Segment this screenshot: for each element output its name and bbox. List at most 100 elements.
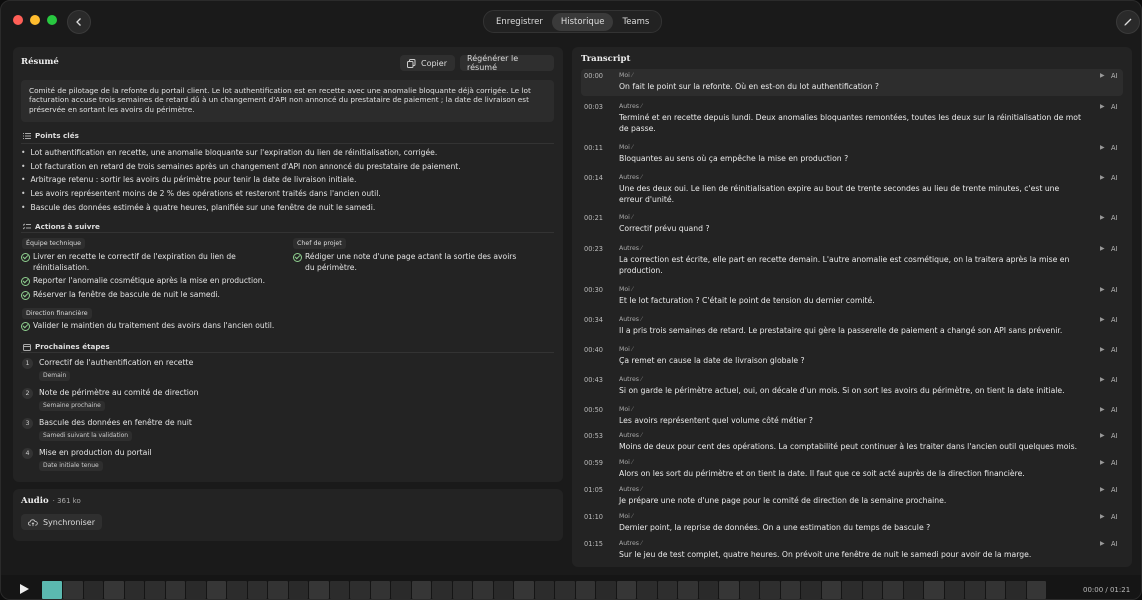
ai-button[interactable]: AI bbox=[1111, 174, 1117, 182]
close-window-button[interactable] bbox=[13, 15, 23, 25]
play-icon[interactable]: ▶ bbox=[1100, 486, 1105, 493]
transcript-row[interactable]: 00:43 Autres ⁄ Si on garde le périmètre ac… bbox=[581, 373, 1123, 400]
play-icon[interactable]: ▶ bbox=[1100, 346, 1105, 353]
waveform-segment[interactable] bbox=[371, 581, 390, 599]
play-icon[interactable]: ▶ bbox=[1100, 513, 1105, 520]
waveform-segment[interactable] bbox=[227, 581, 247, 599]
edit-button[interactable] bbox=[1116, 10, 1140, 34]
ai-button[interactable]: AI bbox=[1111, 513, 1117, 521]
pencil-icon[interactable]: ⁄ bbox=[632, 214, 633, 221]
transcript-row[interactable]: 00:53 Autres ⁄ Moins de deux pour cent des… bbox=[581, 429, 1123, 453]
transcript-row[interactable]: 00:11 Moi ⁄ Bloquantes au sens où ça empêc… bbox=[581, 141, 1123, 168]
pencil-icon[interactable]: ⁄ bbox=[641, 103, 642, 110]
waveform-segment[interactable] bbox=[1006, 581, 1026, 599]
transcript-row[interactable]: 00:59 Moi ⁄ Alors on les sort du périmètre… bbox=[581, 456, 1123, 480]
transcript-row[interactable]: 00:00 Moi ⁄ On fait le point sur la refont… bbox=[581, 69, 1123, 96]
maximize-window-button[interactable] bbox=[47, 15, 57, 25]
pencil-icon[interactable]: ⁄ bbox=[632, 513, 633, 520]
waveform-segment[interactable] bbox=[494, 581, 513, 599]
play-icon[interactable]: ▶ bbox=[1100, 286, 1105, 293]
pencil-icon[interactable]: ⁄ bbox=[641, 540, 642, 547]
play-icon[interactable]: ▶ bbox=[1100, 406, 1105, 413]
transcript-row[interactable]: 01:10 Moi ⁄ Dernier point, la reprise de d… bbox=[581, 510, 1123, 534]
pencil-icon[interactable]: ⁄ bbox=[641, 245, 642, 252]
play-icon[interactable]: ▶ bbox=[1100, 540, 1105, 547]
transcript-row[interactable]: 00:14 Autres ⁄ Une des deux oui. Le lien d… bbox=[581, 171, 1123, 208]
waveform-segment[interactable] bbox=[781, 581, 800, 599]
waveform-segment[interactable] bbox=[678, 581, 698, 599]
ai-button[interactable]: AI bbox=[1111, 406, 1117, 414]
waveform-segment[interactable] bbox=[965, 581, 985, 599]
waveform-segment[interactable] bbox=[514, 581, 534, 599]
ai-button[interactable]: AI bbox=[1111, 144, 1117, 152]
waveform-segment[interactable] bbox=[842, 581, 862, 599]
play-icon[interactable]: ▶ bbox=[1100, 144, 1105, 151]
playhead-segment[interactable] bbox=[42, 581, 62, 599]
pencil-icon[interactable]: ⁄ bbox=[632, 346, 633, 353]
tab-historique[interactable]: Historique bbox=[551, 12, 614, 31]
waveform-segment[interactable] bbox=[63, 581, 83, 599]
transcript-row[interactable]: 00:03 Autres ⁄ Terminé et en recette depui… bbox=[581, 100, 1123, 137]
pencil-icon[interactable]: ⁄ bbox=[641, 486, 642, 493]
waveform-segment[interactable] bbox=[863, 581, 882, 599]
ai-button[interactable]: AI bbox=[1111, 72, 1117, 80]
ai-button[interactable]: AI bbox=[1111, 459, 1117, 467]
pencil-icon[interactable]: ⁄ bbox=[632, 286, 633, 293]
pencil-icon[interactable]: ⁄ bbox=[632, 72, 633, 79]
ai-button[interactable]: AI bbox=[1111, 540, 1117, 548]
waveform-segment[interactable] bbox=[555, 581, 575, 599]
waveform-segment[interactable] bbox=[186, 581, 206, 599]
waveform-segment[interactable] bbox=[699, 581, 718, 599]
ai-button[interactable]: AI bbox=[1111, 376, 1117, 384]
waveform-segment[interactable] bbox=[986, 581, 1005, 599]
ai-button[interactable]: AI bbox=[1111, 346, 1117, 354]
waveform-segment[interactable] bbox=[945, 581, 964, 599]
waveform-segment[interactable] bbox=[453, 581, 472, 599]
waveform-segment[interactable] bbox=[801, 581, 821, 599]
sync-button[interactable]: Synchroniser bbox=[21, 514, 102, 530]
waveform-segment[interactable] bbox=[740, 581, 759, 599]
waveform-segment[interactable] bbox=[658, 581, 677, 599]
waveform-segment[interactable] bbox=[84, 581, 103, 599]
tab-enregistrer[interactable]: Enregistrer bbox=[487, 13, 552, 31]
ai-button[interactable]: AI bbox=[1111, 316, 1117, 324]
ai-button[interactable]: AI bbox=[1111, 214, 1117, 222]
waveform-segment[interactable] bbox=[289, 581, 308, 599]
waveform-segment[interactable] bbox=[535, 581, 554, 599]
ai-button[interactable]: AI bbox=[1111, 245, 1117, 253]
waveform-segment[interactable] bbox=[576, 581, 595, 599]
waveform-segment[interactable] bbox=[391, 581, 411, 599]
play-icon[interactable]: ▶ bbox=[1100, 459, 1105, 466]
regenerate-summary-button[interactable]: Régénérer le résumé bbox=[460, 54, 554, 72]
transcript-row[interactable]: 00:21 Moi ⁄ Correctif prévu quand ? ▶ AI bbox=[581, 211, 1123, 238]
transcript-row[interactable]: 01:05 Autres ⁄ Je prépare une note d'une p… bbox=[581, 483, 1123, 507]
ai-button[interactable]: AI bbox=[1111, 103, 1117, 111]
ai-button[interactable]: AI bbox=[1111, 486, 1117, 494]
play-icon[interactable]: ▶ bbox=[1100, 432, 1105, 439]
waveform-segment[interactable] bbox=[104, 581, 124, 599]
play-icon[interactable]: ▶ bbox=[1100, 103, 1105, 110]
transcript-row[interactable]: 00:50 Moi ⁄ Les avoirs représentent quel v… bbox=[581, 403, 1123, 430]
ai-button[interactable]: AI bbox=[1111, 286, 1117, 294]
waveform-segment[interactable] bbox=[596, 581, 616, 599]
transcript-row[interactable]: 00:30 Moi ⁄ Et le lot facturation ? C'étai… bbox=[581, 283, 1123, 310]
play-icon[interactable]: ▶ bbox=[1100, 174, 1105, 181]
back-button[interactable] bbox=[67, 10, 91, 34]
pencil-icon[interactable]: ⁄ bbox=[641, 174, 642, 181]
ai-button[interactable]: AI bbox=[1111, 432, 1117, 440]
pencil-icon[interactable]: ⁄ bbox=[632, 144, 633, 151]
waveform-segment[interactable] bbox=[412, 581, 431, 599]
minimize-window-button[interactable] bbox=[30, 15, 40, 25]
play-icon[interactable] bbox=[18, 583, 30, 595]
pencil-icon[interactable]: ⁄ bbox=[641, 376, 642, 383]
play-icon[interactable]: ▶ bbox=[1100, 316, 1105, 323]
pencil-icon[interactable]: ⁄ bbox=[641, 316, 642, 323]
waveform-segment[interactable] bbox=[145, 581, 165, 599]
play-icon[interactable]: ▶ bbox=[1100, 214, 1105, 221]
waveform-segment[interactable] bbox=[904, 581, 923, 599]
transcript-row[interactable]: 00:40 Moi ⁄ Ça remet en cause la date de l… bbox=[581, 343, 1123, 370]
pencil-icon[interactable]: ⁄ bbox=[632, 459, 633, 466]
play-icon[interactable]: ▶ bbox=[1100, 376, 1105, 383]
waveform-segment[interactable] bbox=[125, 581, 144, 599]
transcript-row[interactable]: 00:34 Autres ⁄ Il a pris trois semaines de… bbox=[581, 313, 1123, 340]
